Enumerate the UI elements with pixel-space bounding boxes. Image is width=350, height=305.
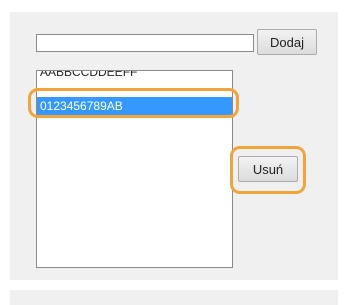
list-item[interactable]: AABBCCDDEEFF: [37, 71, 232, 81]
list-item-selected[interactable]: 0123456789AB: [37, 97, 232, 115]
add-button[interactable]: Dodaj: [257, 29, 317, 55]
address-list[interactable]: AABBCCDDEEFF 0123456789AB: [36, 70, 233, 268]
remove-button[interactable]: Usuń: [238, 156, 298, 182]
address-input[interactable]: [36, 34, 254, 52]
panel-footer: [10, 290, 338, 305]
